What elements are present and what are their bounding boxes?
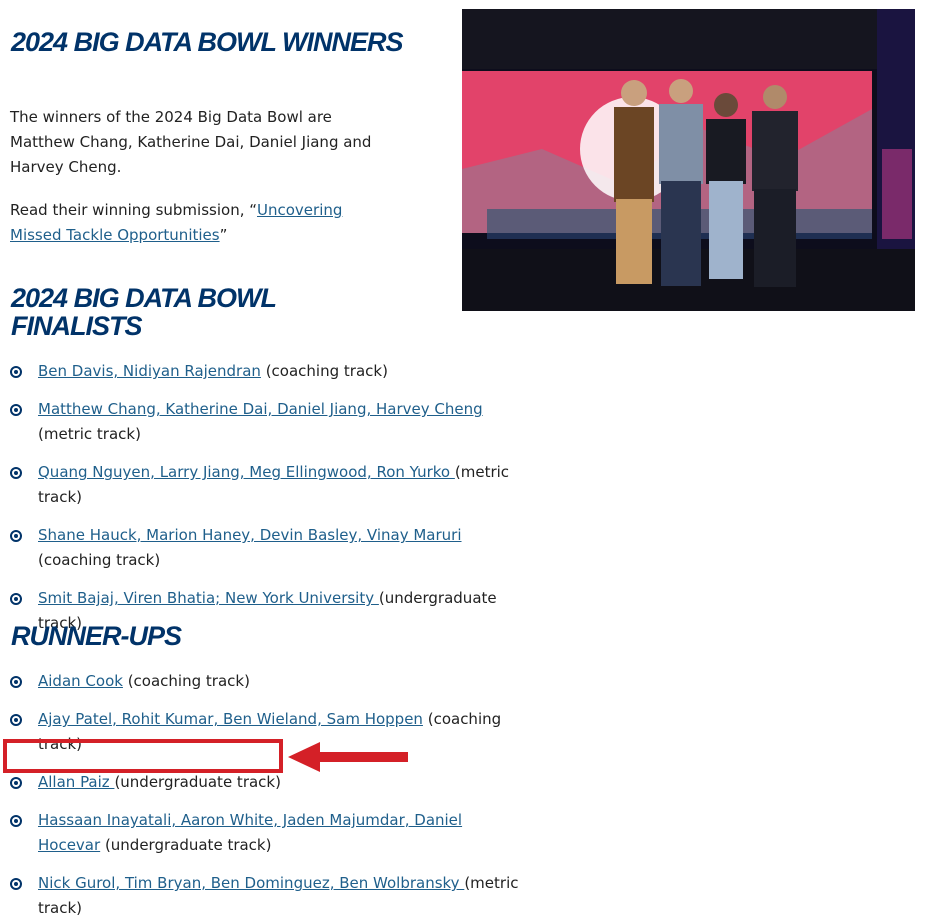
bullet-icon bbox=[10, 777, 22, 789]
finalist-link[interactable]: Ben Davis, Nidiyan Rajendran bbox=[38, 362, 261, 380]
bullet-icon bbox=[10, 366, 22, 378]
list-item: Nick Gurol, Tim Bryan, Ben Dominguez, Be… bbox=[0, 871, 538, 921]
runner-up-link[interactable]: Nick Gurol, Tim Bryan, Ben Dominguez, Be… bbox=[38, 874, 464, 892]
read-prefix: Read their winning submission, “ bbox=[10, 201, 258, 219]
list-item: Shane Hauck, Marion Haney, Devin Basley,… bbox=[0, 523, 538, 573]
finalists-list: Ben Davis, Nidiyan Rajendran (coaching t… bbox=[0, 359, 560, 636]
track-label: (coaching track) bbox=[38, 551, 161, 569]
track-label: (undergraduate track) bbox=[114, 773, 281, 791]
runner-up-link[interactable]: Allan Paiz bbox=[38, 773, 114, 791]
runner-ups-list: Aidan Cook (coaching track) Ajay Patel, … bbox=[0, 669, 560, 921]
runner-ups-heading: RUNNER-UPS bbox=[11, 621, 182, 651]
list-item: Matthew Chang, Katherine Dai, Daniel Jia… bbox=[0, 397, 538, 447]
runner-up-link[interactable]: Ajay Patel, Rohit Kumar, Ben Wieland, Sa… bbox=[38, 710, 423, 728]
bullet-icon bbox=[10, 530, 22, 542]
winners-read-line: Read their winning submission, “Uncoveri… bbox=[10, 198, 390, 248]
winners-heading: 2024 BIG DATA BOWL WINNERS bbox=[11, 27, 404, 57]
list-item: Quang Nguyen, Larry Jiang, Meg Ellingwoo… bbox=[0, 460, 538, 510]
bullet-icon bbox=[10, 815, 22, 827]
track-label: (metric track) bbox=[38, 425, 141, 443]
finalist-link[interactable]: Smit Bajaj, Viren Bhatia; New York Unive… bbox=[38, 589, 379, 607]
bullet-icon bbox=[10, 404, 22, 416]
runner-up-link[interactable]: Aidan Cook bbox=[38, 672, 123, 690]
bullet-icon bbox=[10, 593, 22, 605]
track-label: (coaching track) bbox=[260, 362, 388, 380]
winners-photo bbox=[462, 9, 915, 311]
arrow-icon bbox=[288, 742, 408, 772]
bullet-icon bbox=[10, 676, 22, 688]
finalist-link[interactable]: Matthew Chang, Katherine Dai, Daniel Jia… bbox=[38, 400, 483, 418]
bullet-icon bbox=[10, 714, 22, 726]
list-item: Hassaan Inayatali, Aaron White, Jaden Ma… bbox=[0, 808, 468, 858]
finalist-link[interactable]: Shane Hauck, Marion Haney, Devin Basley,… bbox=[38, 526, 462, 544]
track-label: (undergraduate track) bbox=[100, 836, 272, 854]
finalists-heading: 2024 BIG DATA BOWL FINALISTS bbox=[11, 283, 277, 341]
finalist-link[interactable]: Quang Nguyen, Larry Jiang, Meg Ellingwoo… bbox=[38, 463, 455, 481]
list-item: Allan Paiz (undergraduate track) bbox=[0, 770, 538, 795]
track-label: (coaching track) bbox=[122, 672, 250, 690]
bullet-icon bbox=[10, 878, 22, 890]
list-item: Aidan Cook (coaching track) bbox=[0, 669, 538, 694]
winners-description: The winners of the 2024 Big Data Bowl ar… bbox=[10, 108, 372, 176]
highlight-box bbox=[3, 739, 283, 773]
list-item: Ben Davis, Nidiyan Rajendran (coaching t… bbox=[0, 359, 538, 384]
bullet-icon bbox=[10, 467, 22, 479]
read-suffix: ” bbox=[219, 226, 228, 244]
